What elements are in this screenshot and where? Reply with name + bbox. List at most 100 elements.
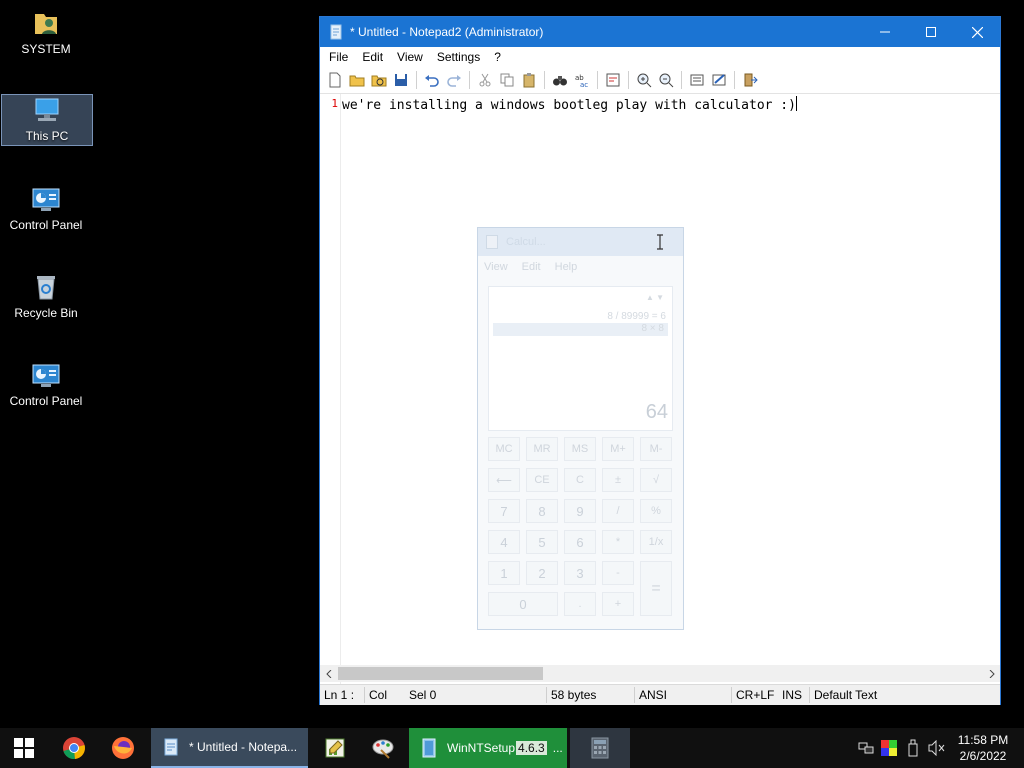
calc-button-m-minus[interactable]: M- [640,437,672,461]
desktop-icon-recycle-bin[interactable]: Recycle Bin [0,272,92,320]
desktop-icon-system[interactable]: SYSTEM [0,8,92,62]
chevron-right-icon [989,669,995,678]
menu-settings[interactable]: Settings [430,50,487,64]
desktop-icon-control-panel[interactable]: Control Panel [0,186,92,232]
calculator-title-bar[interactable]: Calcul... [478,228,683,256]
toolbar-separator [734,71,735,89]
undo-icon [425,75,439,87]
calc-button-reciprocal[interactable]: 1/x [640,530,672,554]
zoom-out-icon [659,73,674,88]
calc-button-7[interactable]: 7 [488,499,520,523]
editor-text-line[interactable]: we're installing a windows bootleg play … [342,96,797,113]
calc-button-1[interactable]: 1 [488,561,520,585]
menu-view[interactable]: View [390,50,430,64]
customize-scheme-button[interactable] [708,69,730,91]
exit-button[interactable] [739,69,761,91]
calc-button-6[interactable]: 6 [564,530,596,554]
status-scheme[interactable]: Default Text [810,687,881,703]
scroll-left-arrow[interactable] [320,665,337,682]
calculator-window[interactable]: Calcul... View Edit Help ▲ ▼ 8 / 89999 =… [477,227,684,630]
save-button[interactable] [390,69,412,91]
svg-text:ac: ac [580,81,588,88]
color-grid-icon [881,740,897,756]
history-scroll-arrows[interactable]: ▲ ▼ [646,293,664,302]
calc-menu-view[interactable]: View [484,261,508,273]
calc-button-3[interactable]: 3 [564,561,596,585]
desktop-icon-control-panel-2[interactable]: Control Panel [0,362,92,408]
undo-button[interactable] [421,69,443,91]
calc-button-2[interactable]: 2 [526,561,558,585]
browse-button[interactable] [368,69,390,91]
calc-button-ce[interactable]: CE [526,468,558,492]
calc-button-sqrt[interactable]: √ [640,468,672,492]
word-wrap-button[interactable] [602,69,624,91]
redo-button[interactable] [443,69,465,91]
calc-button-5[interactable]: 5 [526,530,558,554]
tray-color-app[interactable] [879,728,899,768]
replace-button[interactable]: ab ac [571,69,593,91]
taskbar-chrome[interactable] [52,728,96,768]
menu-help[interactable]: ? [487,50,508,64]
windows-logo-icon [14,738,34,758]
calc-button-ms[interactable]: MS [564,437,596,461]
calc-button-percent[interactable]: % [640,499,672,523]
taskbar-firefox[interactable] [100,728,146,768]
calc-button-m-plus[interactable]: M+ [602,437,634,461]
desktop-icon-this-pc[interactable]: This PC [1,94,93,146]
paste-button[interactable] [518,69,540,91]
minimize-button[interactable] [862,17,908,47]
calc-button-c[interactable]: C [564,468,596,492]
menu-edit[interactable]: Edit [355,50,390,64]
menu-file[interactable]: File [322,50,355,64]
status-line-endings[interactable]: CR+LF [732,687,778,703]
zoom-out-button[interactable] [655,69,677,91]
new-button[interactable] [324,69,346,91]
calc-button-9[interactable]: 9 [564,499,596,523]
calc-button-multiply[interactable]: * [602,530,634,554]
system-clock[interactable]: 11:58 PM 2/6/2022 [948,732,1018,764]
calc-button-add[interactable]: + [602,592,634,616]
window-title: * Untitled - Notepad2 (Administrator) [350,25,544,39]
scrollbar-thumb[interactable] [338,667,543,680]
chrome-icon [63,737,85,760]
taskbar-notepad[interactable]: * Untitled - Notepa... [151,728,308,768]
taskbar-app-paint[interactable] [360,728,406,768]
horizontal-scrollbar[interactable] [320,665,1000,682]
calc-button-0[interactable]: 0 [488,592,558,616]
calc-button-mr[interactable]: MR [526,437,558,461]
cut-button[interactable] [474,69,496,91]
taskbar-winntsetup[interactable]: WinNTSetup 4.6.3 ... [409,728,567,768]
text-caret [795,96,797,111]
calc-button-8[interactable]: 8 [526,499,558,523]
control-panel-icon [32,364,60,387]
calc-button-negate[interactable]: ± [602,468,634,492]
status-insert-mode[interactable]: INS [778,687,810,703]
calc-button-4[interactable]: 4 [488,530,520,554]
tray-network[interactable] [856,728,876,768]
title-bar[interactable]: * Untitled - Notepad2 (Administrator) [320,17,1000,47]
calc-button-mc[interactable]: MC [488,437,520,461]
maximize-button[interactable] [908,17,954,47]
taskbar-calculator[interactable] [570,728,630,768]
cut-icon [479,73,491,87]
calc-menu-edit[interactable]: Edit [522,261,541,273]
start-button[interactable] [0,728,48,768]
volume-muted-icon [928,740,945,756]
scheme-button[interactable] [686,69,708,91]
close-button[interactable] [954,17,1000,47]
calc-button-equals[interactable]: = [640,561,672,616]
calc-menu-help[interactable]: Help [555,261,578,273]
copy-button[interactable] [496,69,518,91]
taskbar-app-chart[interactable] [312,728,358,768]
zoom-in-button[interactable] [633,69,655,91]
open-button[interactable] [346,69,368,91]
calc-button-backspace[interactable]: ⟵ [488,468,520,492]
tray-usb[interactable] [903,728,923,768]
calc-button-decimal[interactable]: . [564,592,596,616]
status-encoding[interactable]: ANSI [635,687,732,703]
calc-button-divide[interactable]: / [602,499,634,523]
find-button[interactable] [549,69,571,91]
tray-volume[interactable] [926,728,948,768]
scroll-right-arrow[interactable] [983,665,1000,682]
calc-button-subtract[interactable]: - [602,561,634,585]
